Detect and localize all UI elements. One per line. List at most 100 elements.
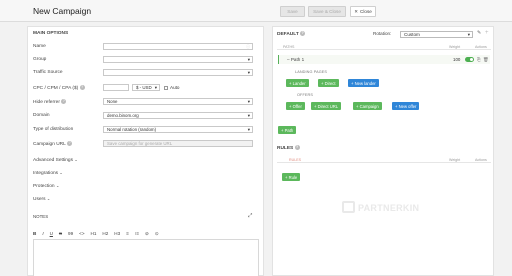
- chevron-down-icon: ▾: [247, 127, 250, 132]
- currency-select[interactable]: $ - USD ▾: [132, 84, 160, 91]
- path-toggle[interactable]: [465, 57, 474, 62]
- watermark: PARTNERKIN: [358, 203, 420, 213]
- rules-actions-header: Actions: [475, 158, 487, 162]
- copy-icon[interactable]: ⎘: [477, 57, 481, 62]
- italic-button[interactable]: I: [42, 231, 43, 237]
- rules-table-header: RULES Weight Actions: [277, 157, 491, 163]
- offers-label: OFFERS: [297, 93, 313, 97]
- chevron-down-icon: ▾: [247, 99, 250, 104]
- default-title: DEFAULT ?: [277, 31, 306, 37]
- info-icon: ⓘ: [246, 44, 250, 49]
- top-bar: New Campaign Save Save & Close ✕ Close: [0, 0, 512, 22]
- path-row[interactable]: – Path 1 100 ⎘ 🗑: [278, 55, 490, 64]
- rotation-select[interactable]: Custom ▾: [400, 31, 473, 38]
- checkbox-icon: [164, 85, 168, 90]
- help-icon: ?: [300, 31, 306, 36]
- name-label: Name: [33, 44, 46, 49]
- traffic-source-label: Traffic Source: [33, 70, 63, 75]
- paths-table-header: PATHS Weight Actions: [277, 44, 491, 50]
- add-direct-button[interactable]: + Direct: [318, 79, 339, 87]
- new-offer-button[interactable]: + New offer: [392, 102, 420, 110]
- page-title: New Campaign: [33, 6, 92, 16]
- help-icon: ?: [79, 85, 85, 90]
- close-label: Close: [360, 9, 372, 14]
- notes-label: NOTES: [33, 214, 49, 219]
- chevron-down-icon: ▾: [247, 113, 250, 118]
- clear-format-button[interactable]: ⊘: [145, 231, 149, 237]
- close-icon: ✕: [354, 8, 359, 14]
- group-label: Group: [33, 57, 47, 62]
- default-panel: DEFAULT ? Rotation: Custom ▾ ✎ + PATHS We…: [272, 26, 494, 276]
- watermark-logo: [342, 201, 355, 213]
- h3-button[interactable]: H3: [114, 231, 120, 237]
- close-button[interactable]: ✕ Close: [350, 6, 376, 17]
- main-options-title: MAIN OPTIONS: [33, 31, 69, 36]
- rules-title: RULES ?: [277, 145, 300, 151]
- name-input[interactable]: ⓘ: [103, 43, 253, 50]
- add-offer-button[interactable]: + Offer: [286, 102, 305, 110]
- add-lander-button[interactable]: + Lander: [286, 79, 309, 87]
- code-button[interactable]: <>: [79, 231, 84, 237]
- quote-button[interactable]: 99: [68, 231, 73, 237]
- cost-input[interactable]: [103, 84, 129, 91]
- path-weight[interactable]: 100: [453, 57, 460, 62]
- advanced-settings-toggle[interactable]: Advanced Settings ⌄: [33, 157, 78, 163]
- strikethrough-button[interactable]: S: [59, 231, 62, 237]
- rules-header: RULES: [289, 158, 301, 162]
- domain-label: Domain: [33, 113, 50, 118]
- add-rule-button[interactable]: + Rule: [282, 173, 301, 181]
- main-options-panel: MAIN OPTIONS Name ⓘ Group ▾ Traffic Sour…: [27, 26, 264, 276]
- notes-editor[interactable]: [33, 239, 259, 276]
- add-direct-url-button[interactable]: + Direct URL: [311, 102, 342, 110]
- underline-button[interactable]: U: [50, 231, 53, 237]
- landing-pages-label: LANDING PAGES: [295, 70, 328, 74]
- chevron-down-icon: ⌄: [74, 157, 78, 162]
- protection-toggle[interactable]: Protection ⌄: [33, 183, 59, 189]
- help-icon: ?: [61, 99, 67, 104]
- weight-header: Weight: [449, 45, 461, 49]
- rotation-label: Rotation:: [373, 31, 392, 36]
- save-button[interactable]: Save: [280, 6, 305, 17]
- campaign-url-label: Campaign URL ?: [33, 141, 72, 147]
- delete-icon[interactable]: 🗑: [483, 57, 489, 63]
- distribution-label: Type of distribution: [33, 127, 74, 132]
- chevron-down-icon: ▾: [467, 32, 470, 37]
- h1-button[interactable]: H1: [91, 231, 97, 237]
- ordered-list-button[interactable]: ⁝≡: [135, 231, 139, 237]
- rules-weight-header: Weight: [449, 158, 461, 162]
- hide-referrer-select[interactable]: None ▾: [103, 98, 253, 105]
- clock-icon[interactable]: ⊙: [155, 231, 159, 237]
- auto-label: Auto: [170, 85, 180, 90]
- save-close-button[interactable]: Save & Close: [308, 6, 346, 17]
- add-path-button[interactable]: + Path: [278, 126, 297, 134]
- chevron-down-icon: ⌄: [46, 196, 51, 201]
- add-icon[interactable]: +: [485, 30, 489, 36]
- hide-referrer-label: Hide referrer ?: [33, 99, 67, 105]
- editor-toolbar: B I U S 99 <> H1 H2 H3 ≡ ⁝≡ ⊘ ⊙: [33, 231, 159, 237]
- users-toggle[interactable]: Users ⌄: [33, 196, 50, 202]
- group-select[interactable]: ▾: [103, 56, 253, 63]
- chevron-down-icon: ▾: [247, 57, 250, 62]
- distribution-select[interactable]: Normal rotation (random) ▾: [103, 126, 253, 133]
- actions-header: Actions: [475, 45, 487, 49]
- add-campaign-button[interactable]: + Campaign: [353, 102, 382, 110]
- expand-icon[interactable]: ⤢: [248, 213, 252, 220]
- traffic-source-select[interactable]: ▾: [103, 69, 253, 76]
- path-name: – Path 1: [287, 57, 305, 62]
- chevron-down-icon: ▾: [154, 85, 157, 90]
- integrations-toggle[interactable]: Integrations ⌄: [33, 170, 63, 176]
- chevron-down-icon: ⌄: [55, 183, 60, 188]
- cost-label: CPC / CPM / CPA ($) ?: [33, 85, 85, 91]
- help-icon: ?: [294, 145, 300, 150]
- bold-button[interactable]: B: [33, 231, 36, 237]
- new-lander-button[interactable]: + New lander: [348, 79, 379, 87]
- unordered-list-button[interactable]: ≡: [126, 231, 129, 237]
- auto-checkbox[interactable]: Auto: [164, 85, 179, 90]
- domain-select[interactable]: demo.binom.org ▾: [103, 112, 253, 119]
- h2-button[interactable]: H2: [102, 231, 108, 237]
- campaign-url-input[interactable]: Save campaign for generate URL: [103, 140, 253, 147]
- paths-header: PATHS: [283, 45, 295, 49]
- pin-icon[interactable]: ✎: [477, 30, 481, 36]
- chevron-down-icon: ▾: [247, 70, 250, 75]
- chevron-down-icon: ⌄: [59, 170, 63, 175]
